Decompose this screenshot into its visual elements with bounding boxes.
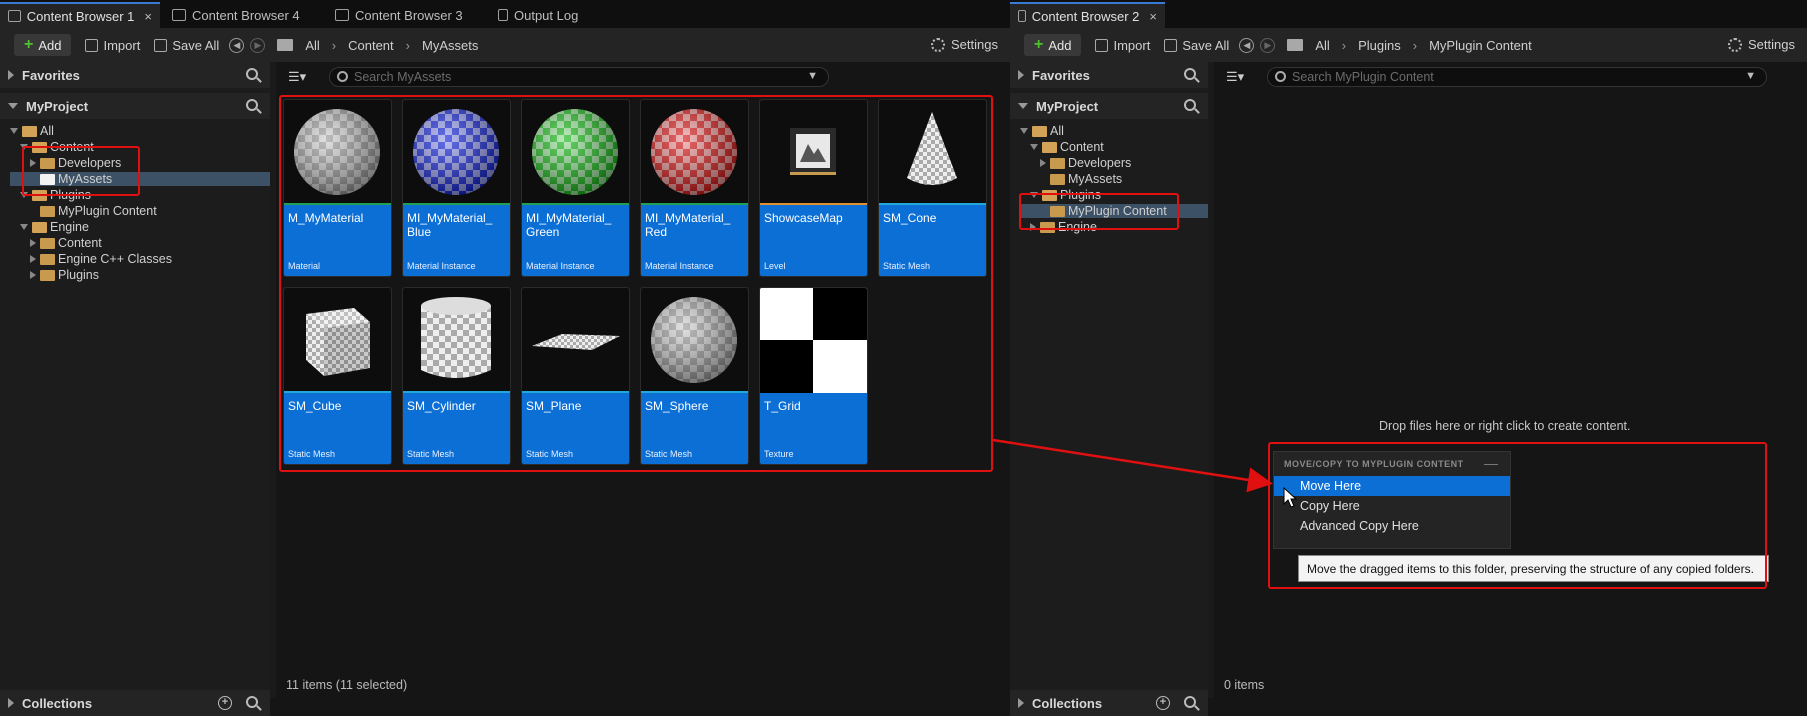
add-collection-icon[interactable]: + [1156, 696, 1170, 710]
annotation-arrow [992, 438, 1273, 493]
expand-icon [8, 698, 14, 708]
add-collection-icon[interactable]: + [218, 696, 232, 710]
expand-icon [1018, 698, 1024, 708]
